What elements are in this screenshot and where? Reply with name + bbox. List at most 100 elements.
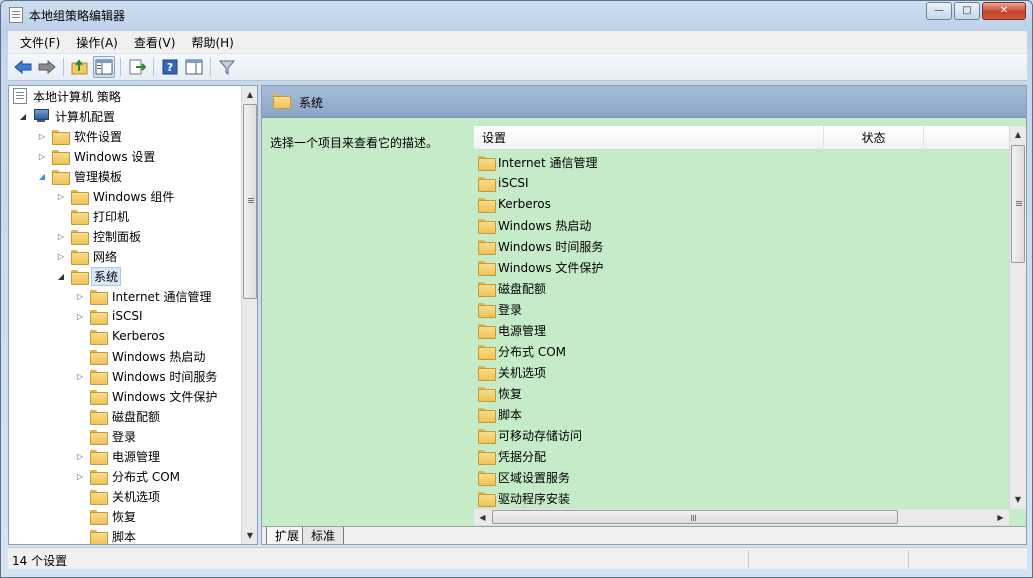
- horizontal-scroll-thumb[interactable]: [492, 510, 898, 524]
- tree-vertical-scrollbar[interactable]: ▲ ▼: [241, 86, 257, 544]
- list-item[interactable]: Windows 时间服务: [478, 236, 603, 256]
- menu-help[interactable]: 帮助(H): [183, 34, 241, 51]
- list-horizontal-scrollbar[interactable]: ◀ ▶: [474, 508, 1009, 525]
- view-tabs: 扩展 标准: [262, 526, 1026, 544]
- collapse-arrow-icon[interactable]: ◢: [55, 270, 67, 282]
- tree-node-root[interactable]: 本地计算机 策略: [13, 86, 123, 106]
- scroll-down-icon[interactable]: ▼: [242, 527, 257, 544]
- list-item[interactable]: Windows 热启动: [478, 215, 591, 235]
- menu-view[interactable]: 查看(V): [126, 34, 184, 51]
- tree-pane[interactable]: 本地计算机 策略 ◢ 计算机配置 ▷ 软件设置 ▷ Windows 设置 ◢ 管…: [8, 85, 258, 545]
- list-item[interactable]: 分布式 COM: [478, 341, 566, 361]
- up-folder-icon[interactable]: [69, 56, 91, 78]
- scroll-up-icon[interactable]: ▲: [1010, 126, 1026, 143]
- tree-node-system-child[interactable]: ▷ 分布式 COM: [74, 466, 182, 486]
- tree-node-system-child[interactable]: Windows 文件保护: [90, 386, 219, 406]
- tree-node-computer-config[interactable]: ◢ 计算机配置: [17, 106, 117, 126]
- tree-node-system-child[interactable]: 登录: [90, 426, 138, 446]
- expand-arrow-icon[interactable]: ▷: [74, 310, 86, 322]
- list-item[interactable]: 区域设置服务: [478, 467, 570, 487]
- folder-icon: [90, 509, 108, 525]
- show-hide-tree-icon[interactable]: [93, 56, 115, 78]
- expand-arrow-icon[interactable]: ▷: [74, 370, 86, 382]
- tree-node-admin-templates[interactable]: ◢ 管理模板: [36, 166, 124, 186]
- menu-file[interactable]: 文件(F): [12, 34, 68, 51]
- tree-node-label: Kerberos: [112, 329, 165, 343]
- tree-node-system-child[interactable]: ▷ iSCSI: [74, 306, 145, 326]
- scroll-left-icon[interactable]: ◀: [474, 509, 491, 526]
- list-item[interactable]: 脚本: [478, 404, 522, 424]
- expand-arrow-icon[interactable]: ▷: [36, 150, 48, 162]
- list-item[interactable]: 磁盘配额: [478, 278, 546, 298]
- title-bar: 本地组策略编辑器 — □ ✕: [1, 1, 1032, 29]
- list-item[interactable]: 登录: [478, 299, 522, 319]
- export-list-icon[interactable]: [126, 56, 148, 78]
- list-vertical-scrollbar[interactable]: ▲ ▼: [1009, 126, 1026, 509]
- show-action-pane-icon[interactable]: [183, 56, 205, 78]
- collapse-arrow-icon[interactable]: ◢: [17, 110, 29, 122]
- column-header-setting[interactable]: 设置: [474, 126, 824, 150]
- column-header-state[interactable]: 状态: [824, 126, 924, 150]
- collapse-arrow-icon[interactable]: ◢: [36, 170, 48, 182]
- window-title: 本地组策略编辑器: [29, 9, 126, 23]
- expand-arrow-icon[interactable]: ▷: [55, 250, 67, 262]
- filter-icon[interactable]: [216, 56, 238, 78]
- scroll-down-icon[interactable]: ▼: [1010, 491, 1026, 508]
- list-item-label: 可移动存储访问: [498, 428, 583, 443]
- details-header: 系统: [262, 86, 1026, 118]
- list-item[interactable]: 可移动存储访问: [478, 425, 582, 445]
- folder-icon: [478, 218, 496, 234]
- tree-node-system-child[interactable]: ▷ Windows 时间服务: [74, 366, 219, 386]
- status-text: 14 个设置: [12, 554, 68, 568]
- scroll-up-icon[interactable]: ▲: [242, 86, 257, 103]
- tree-node-system-child[interactable]: 磁盘配额: [90, 406, 162, 426]
- tree-node-system-child[interactable]: ▷ 电源管理: [74, 446, 162, 466]
- list-item[interactable]: iSCSI: [478, 173, 529, 193]
- help-icon[interactable]: ?: [159, 56, 181, 78]
- menu-action[interactable]: 操作(A): [68, 34, 126, 51]
- tab-standard[interactable]: 标准: [302, 527, 345, 544]
- tree-node-system-child[interactable]: 恢复: [90, 506, 138, 526]
- list-item[interactable]: 驱动程序安装: [478, 488, 570, 508]
- tree-node-system-child[interactable]: Windows 热启动: [90, 346, 207, 366]
- folder-icon: [90, 449, 108, 465]
- scroll-right-icon[interactable]: ▶: [992, 509, 1009, 526]
- tree-node-software-settings[interactable]: ▷ 软件设置: [36, 126, 124, 146]
- tree-node-system-child[interactable]: 脚本: [90, 526, 138, 544]
- close-button[interactable]: ✕: [982, 2, 1026, 20]
- forward-arrow-icon[interactable]: [36, 56, 58, 78]
- expand-arrow-icon[interactable]: ▷: [55, 230, 67, 242]
- tree-node-windows-components[interactable]: ▷ Windows 组件: [55, 186, 176, 206]
- scroll-thumb[interactable]: [1011, 145, 1025, 263]
- tree-node-system-child[interactable]: 关机选项: [90, 486, 162, 506]
- settings-list[interactable]: 设置 状态 Internet 通信管理 iSCSI Kerberos Windows …: [474, 126, 1026, 526]
- expand-arrow-icon[interactable]: ▷: [74, 450, 86, 462]
- tree-node-system-child[interactable]: ▷ Internet 通信管理: [74, 286, 213, 306]
- scroll-thumb[interactable]: [243, 104, 257, 299]
- expand-arrow-icon[interactable]: ▷: [74, 290, 86, 302]
- tree-node-system[interactable]: ◢ 系统: [55, 266, 122, 286]
- list-item[interactable]: Kerberos: [478, 194, 551, 214]
- folder-icon: [90, 489, 108, 505]
- list-item[interactable]: Internet 通信管理: [478, 152, 597, 172]
- list-item-label: 登录: [498, 302, 523, 317]
- list-item[interactable]: 电源管理: [478, 320, 546, 340]
- tree-node-control-panel[interactable]: ▷ 控制面板: [55, 226, 143, 246]
- expand-arrow-icon[interactable]: ▷: [36, 130, 48, 142]
- status-divider: [908, 550, 909, 568]
- list-item[interactable]: 恢复: [478, 383, 522, 403]
- tree-node-system-child[interactable]: Kerberos: [90, 326, 167, 346]
- maximize-button[interactable]: □: [954, 2, 980, 20]
- expand-arrow-icon[interactable]: ▷: [55, 190, 67, 202]
- minimize-button[interactable]: —: [926, 2, 952, 20]
- tree-node-label: Windows 时间服务: [112, 369, 218, 384]
- tree-node-network[interactable]: ▷ 网络: [55, 246, 119, 266]
- list-item[interactable]: Windows 文件保护: [478, 257, 603, 277]
- expand-arrow-icon[interactable]: ▷: [74, 470, 86, 482]
- tree-node-windows-settings[interactable]: ▷ Windows 设置: [36, 146, 157, 166]
- list-item[interactable]: 关机选项: [478, 362, 546, 382]
- back-arrow-icon[interactable]: [12, 56, 34, 78]
- list-item[interactable]: 凭据分配: [478, 446, 546, 466]
- tree-node-printers[interactable]: 打印机: [71, 206, 131, 226]
- folder-icon: [478, 239, 496, 255]
